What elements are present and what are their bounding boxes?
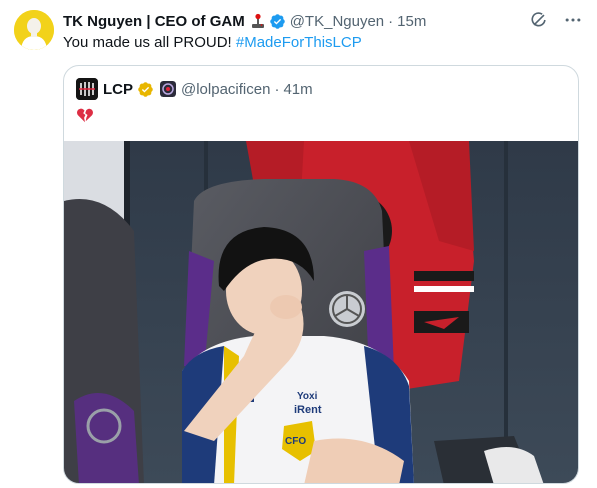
- quoted-author-name[interactable]: LCP: [103, 81, 133, 98]
- tweet-header: TK Nguyen | CEO of GAM @TK_Nguyen · 15m: [63, 11, 503, 31]
- joystick-emoji-icon: [250, 13, 266, 29]
- grok-icon[interactable]: [529, 10, 549, 30]
- separator-dot: ·: [274, 80, 280, 98]
- separator-dot: ·: [388, 12, 394, 30]
- tweet-text-body: You made us all PROUD!: [63, 34, 236, 51]
- quoted-tweet-photo[interactable]: Yoxi iRent CFO: [64, 141, 578, 483]
- author-handle[interactable]: @TK_Nguyen: [290, 13, 384, 30]
- tweet-text: You made us all PROUD! #MadeForThisLCP: [63, 33, 362, 53]
- author-avatar[interactable]: [14, 10, 54, 50]
- broken-heart-emoji-icon: [76, 106, 100, 126]
- more-options-icon[interactable]: [563, 10, 583, 30]
- lcp-logo-avatar[interactable]: [76, 78, 98, 100]
- author-name[interactable]: TK Nguyen | CEO of GAM: [63, 13, 245, 30]
- quoted-tweet-time[interactable]: 41m: [283, 81, 312, 98]
- gold-verified-badge-icon[interactable]: [137, 81, 154, 98]
- tweet-time[interactable]: 15m: [397, 13, 426, 30]
- verified-badge-icon[interactable]: [269, 13, 286, 30]
- svg-text:Yoxi: Yoxi: [297, 391, 318, 402]
- quoted-author-handle[interactable]: @lolpacificen: [181, 81, 270, 98]
- affiliate-logo-icon[interactable]: [160, 81, 176, 97]
- svg-text:CFO: CFO: [285, 436, 306, 447]
- svg-text:iRent: iRent: [294, 404, 322, 416]
- avatar-portrait: [14, 10, 54, 50]
- quoted-tweet-header: LCP @lolpacificen · 41m: [76, 78, 313, 100]
- player-photo-illustration: Yoxi iRent CFO: [64, 141, 578, 483]
- tweet-actions-top: [529, 10, 583, 30]
- quoted-tweet-card[interactable]: LCP @lolpacificen · 41m Yoxi iRent CFO: [63, 65, 579, 484]
- hashtag-link[interactable]: #MadeForThisLCP: [236, 34, 362, 51]
